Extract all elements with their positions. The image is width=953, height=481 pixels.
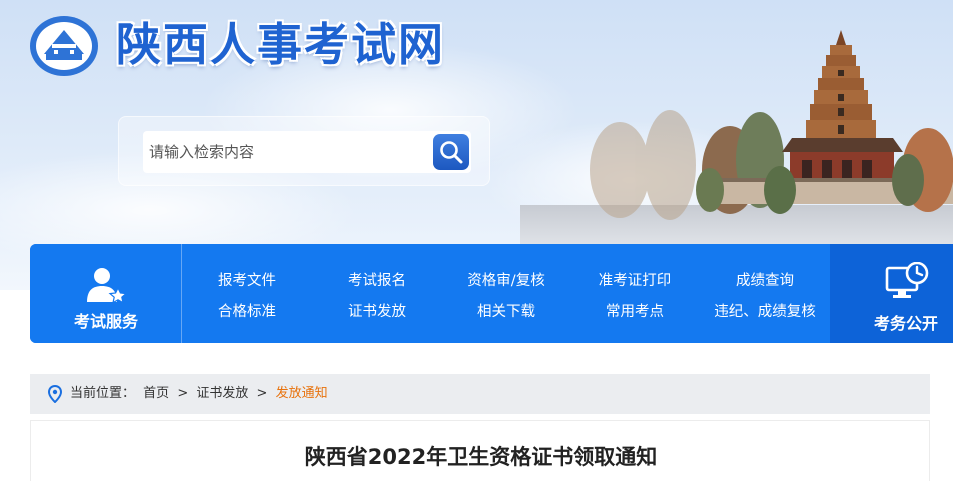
nav-link-registration[interactable]: 考试报名 bbox=[348, 269, 406, 290]
breadcrumb-trail: 当前位置： 首页 > 证书发放 > 发放通知 bbox=[70, 374, 332, 414]
exam-affairs-label: 考务公开 bbox=[874, 314, 939, 333]
location-pin-icon bbox=[48, 385, 62, 403]
exam-affairs-panel[interactable]: 考务公开 bbox=[830, 244, 953, 343]
nav-link-certificate-issuance[interactable]: 证书发放 bbox=[348, 300, 406, 321]
site-logo-icon bbox=[30, 16, 98, 76]
main-navigation: 考试服务 报考文件 考试报名 资格审/复核 准考证打印 成绩查询 合格标准 证书… bbox=[30, 244, 953, 343]
article-title: 陕西省2022年卫生资格证书领取通知 bbox=[304, 445, 658, 469]
breadcrumb-section[interactable]: 证书发放 bbox=[196, 386, 248, 401]
site-title: 陕西人事考试网 bbox=[116, 18, 446, 71]
nav-link-admission-ticket[interactable]: 准考证打印 bbox=[599, 269, 672, 290]
article-container: 陕西省2022年卫生资格证书领取通知 bbox=[30, 420, 930, 481]
pagoda bbox=[806, 30, 876, 138]
exam-service-panel[interactable]: 考试服务 bbox=[30, 244, 182, 343]
breadcrumb-separator: > bbox=[256, 386, 268, 401]
search-box bbox=[143, 131, 471, 173]
search-input[interactable] bbox=[143, 131, 431, 173]
nav-link-exam-sites[interactable]: 常用考点 bbox=[606, 300, 664, 321]
search-panel bbox=[118, 116, 490, 186]
big-wild-goose-pagoda-image bbox=[590, 30, 953, 220]
nav-link-passing-standard[interactable]: 合格标准 bbox=[218, 300, 276, 321]
nav-link-score-query[interactable]: 成绩查询 bbox=[736, 269, 794, 290]
nav-link-downloads[interactable]: 相关下载 bbox=[477, 300, 535, 321]
user-badge-icon bbox=[87, 268, 128, 304]
breadcrumb: 当前位置： 首页 > 证书发放 > 发放通知 bbox=[30, 374, 930, 414]
nav-link-qualification-review[interactable]: 资格审/复核 bbox=[467, 269, 544, 290]
exam-service-label: 考试服务 bbox=[73, 312, 138, 331]
search-icon bbox=[440, 141, 463, 164]
breadcrumb-prefix: 当前位置： bbox=[70, 386, 136, 401]
nav-links: 报考文件 考试报名 资格审/复核 准考证打印 成绩查询 合格标准 证书发放 相关… bbox=[183, 244, 829, 343]
nav-link-exam-documents[interactable]: 报考文件 bbox=[218, 269, 276, 290]
breadcrumb-home[interactable]: 首页 bbox=[143, 386, 169, 401]
nav-link-violation-review[interactable]: 违纪、成绩复核 bbox=[714, 300, 816, 321]
breadcrumb-separator: > bbox=[177, 386, 189, 401]
search-button[interactable] bbox=[433, 134, 469, 170]
breadcrumb-current[interactable]: 发放通知 bbox=[276, 386, 328, 401]
monitor-clock-icon bbox=[885, 262, 929, 298]
